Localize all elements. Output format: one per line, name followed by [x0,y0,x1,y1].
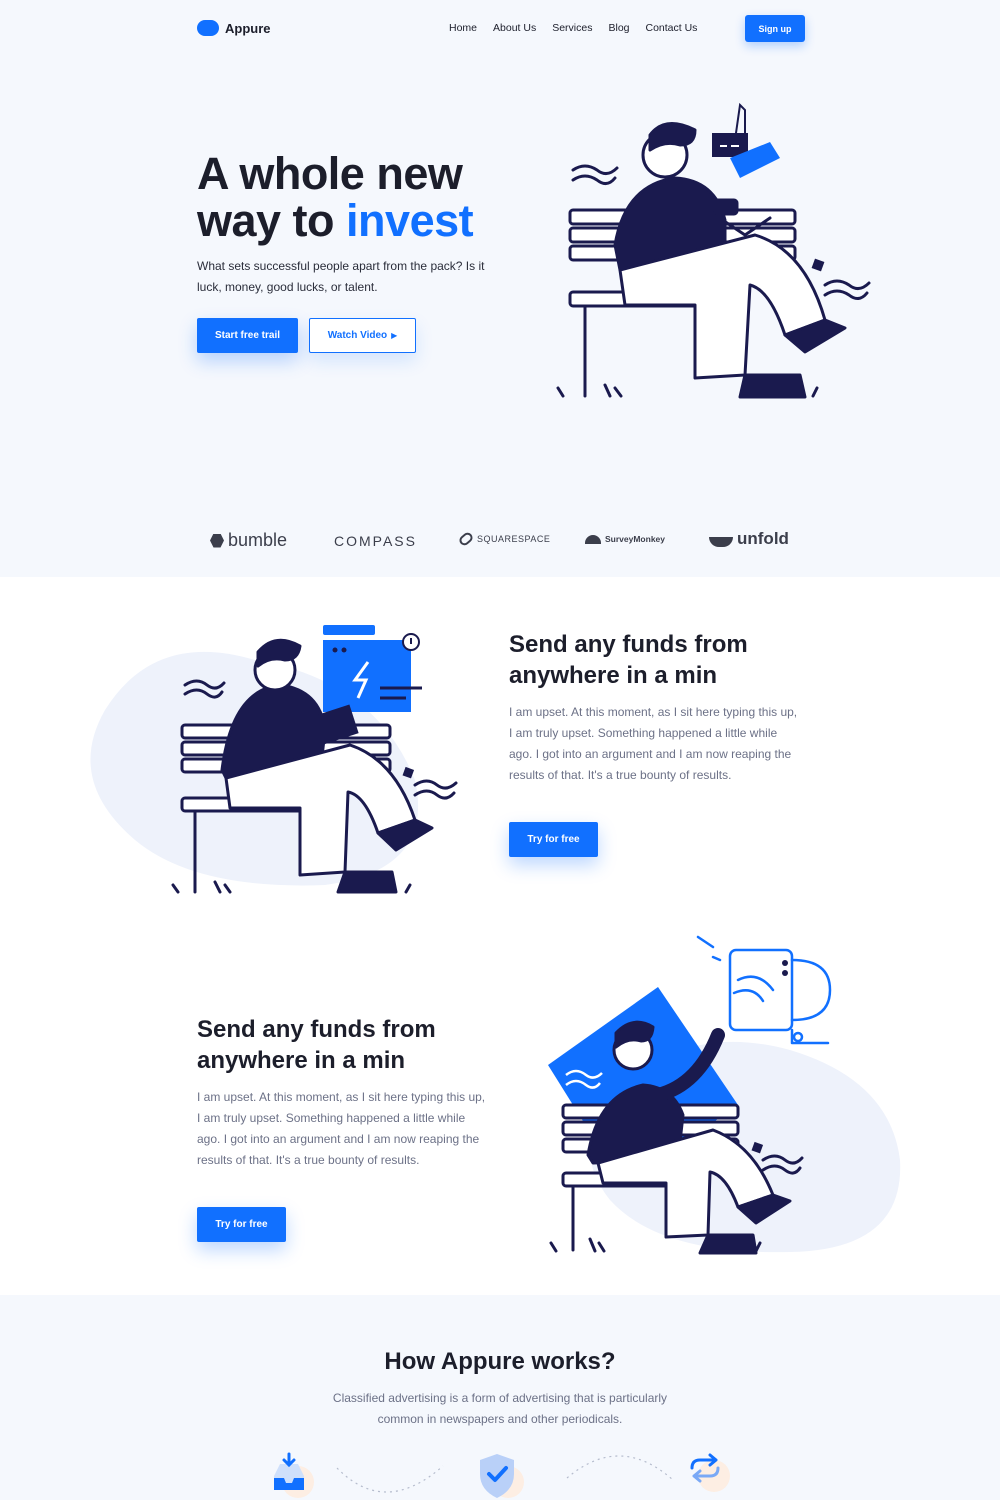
feature-1-title: Send any funds from anywhere in a min [509,631,748,689]
nav-home[interactable]: Home [449,22,477,34]
hexagon-icon [210,533,224,548]
hero-illustration [556,102,871,399]
monkey-mark-icon [585,534,601,544]
cloud-logo-icon [197,20,219,36]
shield-check-icon [480,1454,524,1498]
signup-button[interactable]: Sign up [745,15,805,42]
play-icon: ▶ [391,331,398,340]
download-tray-icon [274,1452,314,1498]
partner-compass: COMPASS [334,533,417,549]
hero-title-line1: A whole new [197,148,463,199]
feature-2-try-button[interactable]: Try for free [197,1207,286,1242]
brand-logo[interactable]: Appure [197,20,271,36]
nav-contact[interactable]: Contact Us [646,22,698,34]
brand-name: Appure [225,20,271,36]
partner-surveymonkey: SurveyMonkey [585,534,665,544]
dotted-connector-2 [566,1455,674,1481]
nav-blog[interactable]: Blog [608,22,629,34]
feature-1-try-button[interactable]: Try for free [509,822,598,857]
main-nav: Home About Us Services Blog Contact Us [449,22,697,34]
refresh-icon [690,1453,730,1492]
hero-title: A whole new way to invest [197,148,474,246]
feature-1-body: I am upset. At this moment, as I sit her… [509,705,798,782]
watch-video-button[interactable]: Watch Video ▶ [309,318,416,353]
watch-video-label: Watch Video [327,330,388,341]
nav-services[interactable]: Services [552,22,592,34]
partner-bumble: bumble [210,530,287,551]
feature-2-title: Send any funds from anywhere in a min [197,1016,436,1074]
dotted-connector [336,1465,444,1493]
hero-title-accent: invest [346,195,474,246]
partner-squarespace: SQUARESPACE [457,530,550,548]
how-title: How Appure works? [384,1348,616,1375]
feature-1-illustration [171,625,458,894]
how-subtitle: Classified advertising is a form of adve… [332,1391,668,1426]
start-trial-button[interactable]: Start free trail [197,318,298,353]
hero-subtitle: What sets successful people apart from t… [197,259,485,294]
bowl-mark-icon [709,537,733,547]
nav-about[interactable]: About Us [493,22,536,34]
partner-unfold: unfold [709,529,789,549]
feature-2-illustration [548,935,832,1255]
feature-2-body: I am upset. At this moment, as I sit her… [197,1090,486,1167]
hero-title-prefix: way to [197,195,347,246]
